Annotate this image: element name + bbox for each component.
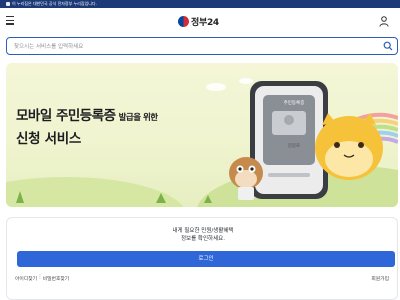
search-icon[interactable]: [383, 41, 393, 51]
site-logo[interactable]: 정부24: [178, 14, 219, 28]
find-id-link[interactable]: 아이디찾기: [15, 275, 37, 282]
government-notice-text: 이 누리집은 대한민국 공식 전자정부 누리집입니다.: [12, 1, 97, 6]
login-button[interactable]: 로그인: [17, 251, 395, 267]
phone-card-name: 김몽로: [287, 144, 301, 149]
search-placeholder: 찾으시는 서비스를 입력하세요: [14, 44, 84, 50]
find-password-link[interactable]: 비밀번호찾기: [43, 275, 69, 282]
phone-card-title: 주민등록증: [283, 101, 305, 106]
page: 이 누리집은 대한민국 공식 전자정부 누리집입니다. 정부24 찾으시는 서비…: [0, 0, 400, 300]
header: 정부24: [0, 8, 400, 34]
taegeuk-logo-icon: [178, 15, 189, 27]
login-card: 내게 필요한 민원/생활혜택 정보를 확인하세요. 로그인 아이디찾기 | 비밀…: [6, 217, 398, 300]
banner-headline: 모바일 주민등록증 발급을 위한: [16, 104, 158, 124]
login-message: 내게 필요한 민원/생활혜택 정보를 확인하세요.: [7, 227, 399, 243]
account-links: 아이디찾기 | 비밀번호찾기: [15, 275, 69, 282]
signup-link[interactable]: 회원가입: [371, 275, 389, 282]
hamburger-menu-icon[interactable]: [6, 16, 16, 25]
link-separator: |: [39, 275, 41, 280]
promo-banner[interactable]: 모바일 주민등록증 발급을 위한 신청 서비스 주민등록증 김몽로: [6, 63, 398, 207]
banner-headline-line2: 신청 서비스: [16, 131, 81, 147]
banner-headline-suffix: 발급을 위한: [118, 113, 159, 123]
user-icon[interactable]: [379, 16, 389, 27]
search-input[interactable]: 찾으시는 서비스를 입력하세요: [6, 37, 398, 55]
logo-text: 정부24: [191, 17, 219, 28]
login-message-line1: 내게 필요한 민원/생활혜택: [172, 228, 234, 234]
government-notice-bar: 이 누리집은 대한민국 공식 전자정부 누리집입니다.: [0, 0, 400, 8]
banner-headline-main: 모바일 주민등록증: [16, 108, 116, 124]
login-message-line2: 정보를 확인하세요.: [181, 236, 225, 242]
flag-icon: [6, 2, 10, 6]
